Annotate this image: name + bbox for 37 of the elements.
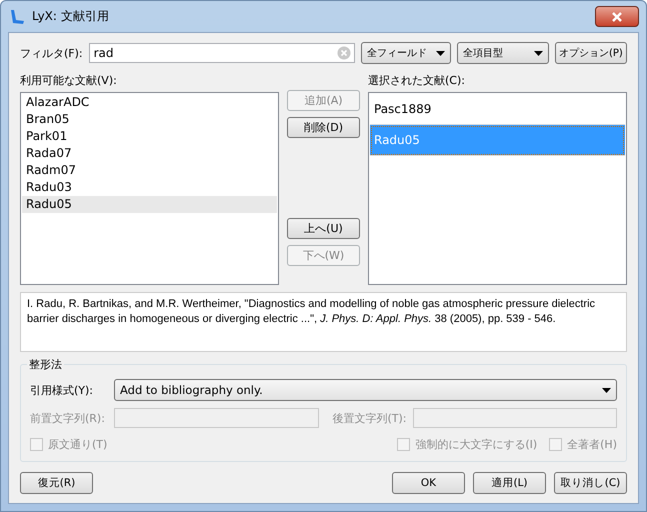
- checkbox-label: 強制的に大文字にする(I): [415, 437, 538, 452]
- caret-icon: [534, 50, 543, 56]
- list-item[interactable]: Bran05: [22, 111, 277, 128]
- dialog-button[interactable]: 取り消し(C): [554, 472, 627, 494]
- filter-label: フィルタ(F):: [20, 46, 83, 60]
- clear-icon[interactable]: [337, 46, 351, 60]
- caret-icon: [436, 50, 445, 56]
- list-item[interactable]: AlazarADC: [22, 94, 277, 111]
- filter-field[interactable]: rad: [88, 43, 355, 63]
- dialog-button[interactable]: OK: [392, 472, 465, 494]
- checkbox-label: 全著者(H): [567, 437, 617, 452]
- caret-icon: [602, 388, 611, 392]
- window-title: LyX: 文献引用: [32, 8, 110, 25]
- list-item[interactable]: Radu03: [22, 179, 277, 196]
- app-logo-icon: [8, 8, 26, 26]
- style-label: 引用様式(Y):: [30, 382, 94, 398]
- list-item[interactable]: Radu05: [22, 196, 277, 213]
- group-title: 整形法: [27, 357, 64, 372]
- list-label: 利用可能な文献(V):: [20, 73, 118, 88]
- citation-preview: I. Radu, R. Bartnikas, and M.R. Wertheimer, "Diagnostics and modelling of noble gas atmospheric pressure dielectric barrier discharges in homogeneous or diverging electric ...", J. Phys. D: Appl. Phys. 38 (2005), pp. 539 - 546.: [20, 292, 627, 352]
- list-label: 選択された文献(C):: [368, 73, 466, 88]
- list-action-button[interactable]: 削除(D): [287, 117, 360, 138]
- options-button[interactable]: オプション(P): [555, 42, 627, 64]
- field-label: 後置文字列(T):: [332, 410, 407, 426]
- dialog-button[interactable]: 適用(L): [473, 472, 546, 494]
- close-button[interactable]: [595, 6, 639, 27]
- restore-button[interactable]: 復元(R): [20, 472, 93, 494]
- list-item[interactable]: Park01: [22, 128, 277, 145]
- style-dropdown[interactable]: Add to bibliography only.: [114, 379, 617, 401]
- list-action-button[interactable]: 上へ(U): [287, 218, 360, 239]
- list-item[interactable]: Radm07: [22, 162, 277, 179]
- list-item[interactable]: Rada07: [22, 145, 277, 162]
- type-dropdown[interactable]: 全項目型: [457, 42, 549, 64]
- field-dropdown[interactable]: 全フィールド: [361, 42, 451, 64]
- field-label: 前置文字列(R):: [30, 410, 106, 426]
- checkbox-label: 原文通り(T): [48, 437, 108, 452]
- close-icon: [611, 12, 623, 22]
